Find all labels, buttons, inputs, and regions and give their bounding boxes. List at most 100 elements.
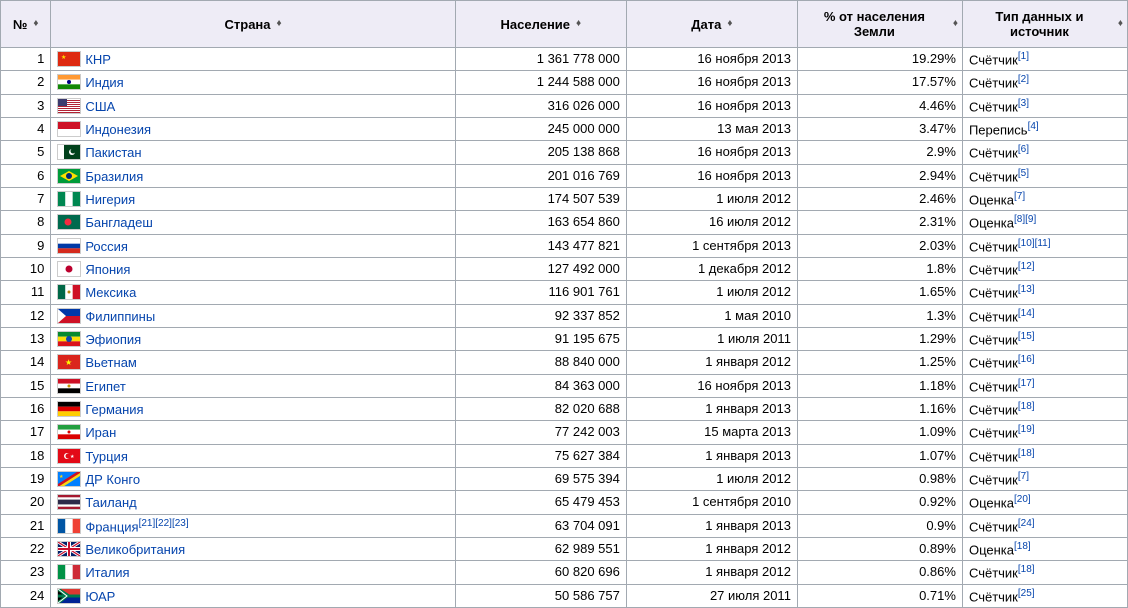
sort-icon[interactable]: ♦	[33, 19, 38, 29]
header-population[interactable]: Население♦	[455, 1, 626, 48]
ref-link[interactable]: [7]	[1014, 191, 1025, 202]
ref-link[interactable]: [9]	[1025, 214, 1036, 225]
ref-link[interactable]: [10]	[1018, 238, 1035, 249]
source-text: Счётчик	[969, 239, 1018, 254]
source-text: Перепись	[969, 122, 1028, 137]
source-text: Оценка	[969, 542, 1014, 557]
country-link[interactable]: ЮАР	[85, 589, 115, 604]
country-cell: ★Вьетнам	[51, 351, 456, 374]
country-link[interactable]: Бразилия	[85, 169, 143, 184]
ref-link[interactable]: [19]	[1018, 424, 1035, 435]
country-link[interactable]: Италия	[85, 565, 129, 580]
ref-link[interactable]: [18]	[1018, 564, 1035, 575]
header-rank[interactable]: №♦	[1, 1, 51, 48]
ref-link[interactable]: [6]	[1018, 144, 1029, 155]
country-ref-link[interactable]: [21]	[139, 518, 156, 529]
ref-link[interactable]: [3]	[1018, 98, 1029, 109]
ref-link[interactable]: [18]	[1018, 401, 1035, 412]
ref-link[interactable]: [18]	[1018, 448, 1035, 459]
sort-icon[interactable]: ♦	[953, 19, 958, 29]
country-link[interactable]: Германия	[85, 402, 143, 417]
country-link[interactable]: Эфиопия	[85, 332, 141, 347]
date-cell: 16 ноября 2013	[626, 71, 797, 94]
country-link[interactable]: Великобритания	[85, 542, 185, 557]
country-link[interactable]: Бангладеш	[85, 215, 152, 230]
country-link[interactable]: Пакистан	[85, 145, 141, 160]
percent-cell: 1.25%	[797, 351, 962, 374]
sort-icon[interactable]: ♦	[277, 19, 282, 29]
ref-link[interactable]: [12]	[1018, 261, 1035, 272]
country-cell: Мексика	[51, 281, 456, 304]
country-link[interactable]: Франция	[85, 519, 138, 534]
country-link[interactable]: Египет	[85, 379, 125, 394]
ref-link[interactable]: [20]	[1014, 494, 1031, 505]
country-link[interactable]: Россия	[85, 239, 128, 254]
country-ref-link[interactable]: [22]	[155, 518, 172, 529]
country-link[interactable]: Мексика	[85, 285, 136, 300]
ref-link[interactable]: [11]	[1035, 238, 1051, 249]
country-link[interactable]: Индия	[85, 75, 123, 90]
population-cell: 84 363 000	[455, 374, 626, 397]
country-link[interactable]: Нигерия	[85, 192, 135, 207]
population-cell: 116 901 761	[455, 281, 626, 304]
country-link[interactable]: Таиланд	[85, 495, 136, 510]
rank-cell: 17	[1, 421, 51, 444]
percent-cell: 2.31%	[797, 211, 962, 234]
country-link[interactable]: США	[85, 99, 115, 114]
country-cell: Таиланд	[51, 491, 456, 514]
table-row: 15Египет84 363 00016 ноября 20131.18%Счё…	[1, 374, 1128, 397]
ref-link[interactable]: [4]	[1028, 121, 1039, 132]
country-link[interactable]: КНР	[85, 52, 111, 67]
source-text: Счётчик	[969, 472, 1018, 487]
country-ref-link[interactable]: [23]	[172, 518, 189, 529]
population-cell: 92 337 852	[455, 304, 626, 327]
percent-cell: 1.65%	[797, 281, 962, 304]
country-cell: Бангладеш	[51, 211, 456, 234]
header-percent[interactable]: % от населения Земли♦	[797, 1, 962, 48]
ref-link[interactable]: [5]	[1018, 168, 1029, 179]
rank-cell: 16	[1, 397, 51, 420]
header-country[interactable]: Страна♦	[51, 1, 456, 48]
ref-link[interactable]: [16]	[1018, 354, 1035, 365]
header-date[interactable]: Дата ♦	[626, 1, 797, 48]
country-link[interactable]: Иран	[85, 425, 116, 440]
ref-link[interactable]: [15]	[1018, 331, 1035, 342]
ref-link[interactable]: [17]	[1018, 378, 1035, 389]
svg-text:★: ★	[70, 454, 75, 460]
flag-icon: ★	[57, 51, 81, 67]
sort-icon[interactable]: ♦	[576, 19, 581, 29]
population-cell: 245 000 000	[455, 117, 626, 140]
date-cell: 16 ноября 2013	[626, 141, 797, 164]
source-cell: Счётчик[15]	[962, 327, 1127, 350]
country-link[interactable]: Япония	[85, 262, 130, 277]
ref-link[interactable]: [18]	[1014, 541, 1031, 552]
rank-cell: 6	[1, 164, 51, 187]
ref-link[interactable]: [7]	[1018, 471, 1029, 482]
percent-cell: 0.71%	[797, 584, 962, 607]
percent-cell: 3.47%	[797, 117, 962, 140]
ref-link[interactable]: [1]	[1018, 51, 1029, 62]
country-cell: Нигерия	[51, 187, 456, 210]
country-link[interactable]: Турция	[85, 449, 128, 464]
country-link[interactable]: Индонезия	[85, 122, 151, 137]
country-link[interactable]: Вьетнам	[85, 355, 137, 370]
table-row: 13Эфиопия91 195 6751 июля 20111.29%Счётч…	[1, 327, 1128, 350]
ref-link[interactable]: [2]	[1018, 74, 1029, 85]
date-cell: 1 января 2013	[626, 444, 797, 467]
country-link[interactable]: Филиппины	[85, 309, 155, 324]
ref-link[interactable]: [24]	[1018, 518, 1035, 529]
header-date-label: Дата	[691, 17, 721, 32]
sort-icon[interactable]: ♦	[727, 19, 732, 29]
country-cell: Япония	[51, 257, 456, 280]
population-cell: 77 242 003	[455, 421, 626, 444]
country-cell: США	[51, 94, 456, 117]
table-row: 6Бразилия201 016 76916 ноября 20132.94%С…	[1, 164, 1128, 187]
ref-link[interactable]: [13]	[1018, 284, 1035, 295]
sort-icon[interactable]: ♦	[1118, 19, 1123, 29]
ref-link[interactable]: [25]	[1018, 588, 1035, 599]
ref-link[interactable]: [8]	[1014, 214, 1025, 225]
country-link[interactable]: ДР Конго	[85, 472, 140, 487]
ref-link[interactable]: [14]	[1018, 308, 1035, 319]
header-source[interactable]: Тип данных и источник♦	[962, 1, 1127, 48]
country-cell: Индия	[51, 71, 456, 94]
